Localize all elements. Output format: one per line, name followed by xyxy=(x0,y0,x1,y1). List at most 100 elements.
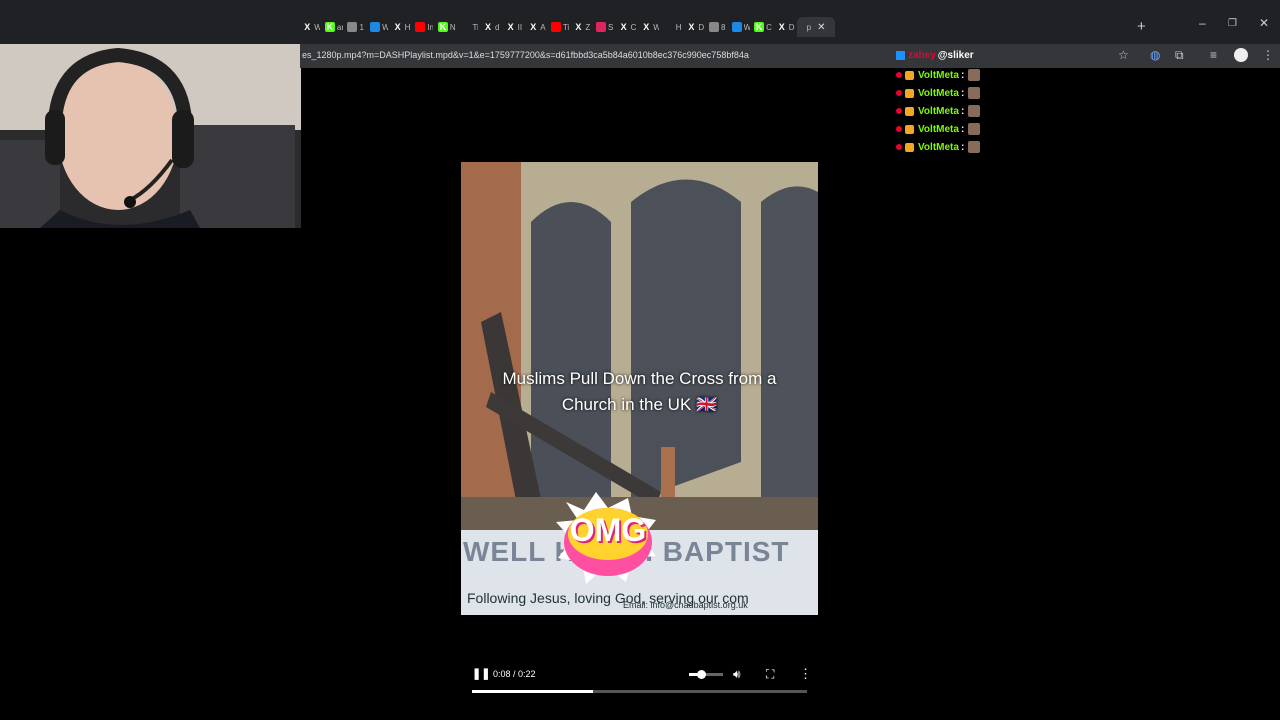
browser-tab[interactable]: XW xyxy=(300,17,323,37)
tab-title: d xyxy=(495,22,500,32)
minimize-button[interactable]: – xyxy=(1199,16,1206,30)
tab-title: W xyxy=(653,22,660,32)
chat-separator: : xyxy=(960,123,965,135)
kick-icon xyxy=(896,50,905,60)
chat-username[interactable]: VoltMeta xyxy=(918,88,959,99)
browser-tab[interactable]: XH xyxy=(390,17,413,37)
browser-tab[interactable]: 1 xyxy=(345,17,368,37)
chat-username[interactable]: VoltMeta xyxy=(918,142,959,153)
time-display: 0:08 / 0:22 xyxy=(493,669,536,679)
tab-title: Ti xyxy=(472,22,479,32)
tab-title: D xyxy=(698,22,705,32)
platform-dot-icon xyxy=(896,108,902,114)
emote-icon xyxy=(968,123,981,135)
tab-title: W xyxy=(314,22,321,32)
tab-title: ar xyxy=(336,22,343,32)
tab-title: In xyxy=(427,22,434,32)
extension-audio-icon[interactable]: ◍ xyxy=(1150,48,1160,62)
meta-icon xyxy=(370,22,381,32)
browser-tab[interactable]: XZ xyxy=(571,17,594,37)
url-text[interactable]: es_1280p.mp4?m=DASHPlaylist.mpd&v=1&e=17… xyxy=(302,50,749,60)
omg-sticker: OMG xyxy=(556,492,660,588)
tab-title: S xyxy=(608,22,614,32)
caption-line-1: Muslims Pull Down the Cross from a xyxy=(502,369,777,388)
browser-tab[interactable]: Ti xyxy=(458,17,481,37)
x-logo-icon: X xyxy=(528,22,539,32)
emote-icon xyxy=(968,69,981,81)
progress-fill xyxy=(472,690,593,693)
browser-tab[interactable]: XW xyxy=(639,17,662,37)
browser-menu-icon[interactable]: ⋮ xyxy=(1262,48,1274,62)
sticker-text: OMG xyxy=(569,512,647,548)
tab-title: W xyxy=(743,22,750,32)
chat-username[interactable]: VoltMeta xyxy=(918,124,959,135)
volume-slider[interactable] xyxy=(689,670,723,679)
bookmark-star-icon[interactable]: ☆ xyxy=(1118,48,1129,62)
video-frame[interactable]: Muslims Pull Down the Cross from a Churc… xyxy=(461,162,818,615)
platform-dot-icon xyxy=(896,90,902,96)
video-controls: ❚❚ 0:08 / 0:22 🔊︎ ⛶ ⋮ xyxy=(461,660,818,700)
chat-message: VoltMeta: xyxy=(896,66,996,84)
browser-tab[interactable]: W xyxy=(368,17,391,37)
browser-tab[interactable]: S xyxy=(594,17,617,37)
browser-tab[interactable]: Xd xyxy=(481,17,504,37)
browser-tab-bar: X W Kar 1 W X H In K N Ti Xd X II X A Ti X Z S X C X W H X D 8 W K C X D… xyxy=(0,0,1280,44)
window-close-button[interactable]: ✕ xyxy=(1259,16,1269,30)
x-logo-icon: X xyxy=(392,22,403,32)
pause-icon[interactable]: ❚❚ xyxy=(472,667,490,680)
media-control-icon[interactable]: ≡ xyxy=(1210,48,1217,62)
chat-message: VoltMeta: xyxy=(896,84,996,102)
progress-bar[interactable] xyxy=(472,690,807,693)
platform-dot-icon xyxy=(896,144,902,150)
browser-tab[interactable]: XD xyxy=(684,17,707,37)
more-options-icon[interactable]: ⋮ xyxy=(799,666,812,682)
tab-close-icon[interactable]: ✕ xyxy=(817,22,825,33)
browser-tab[interactable]: XD xyxy=(774,17,797,37)
profile-avatar[interactable] xyxy=(1234,48,1248,62)
browser-tab[interactable]: KC xyxy=(752,17,775,37)
browser-tab[interactable]: Kar xyxy=(323,17,346,37)
caption-line-2: Church in the UK 🇬🇧 xyxy=(561,395,718,414)
new-tab-button[interactable]: + xyxy=(1137,18,1146,35)
chat-username[interactable]: VoltMeta xyxy=(918,106,959,117)
chat-separator: : xyxy=(960,69,965,81)
globe-icon xyxy=(708,22,719,32)
restore-button[interactable]: ❐ xyxy=(1228,18,1237,29)
x-logo-icon: X xyxy=(573,22,584,32)
chat-prefix: zahey xyxy=(908,49,936,61)
browser-tab[interactable]: In xyxy=(413,17,436,37)
chat-overlay: zahey @sliker VoltMeta: VoltMeta: VoltMeta… xyxy=(896,48,996,156)
extensions-puzzle-icon[interactable]: ⧉ xyxy=(1175,48,1184,63)
chat-separator: : xyxy=(960,105,965,117)
subscriber-badge-icon xyxy=(905,88,914,98)
volume-handle[interactable] xyxy=(696,670,706,679)
tab-title: Z xyxy=(585,22,591,32)
address-bar[interactable]: es_1280p.mp4?m=DASHPlaylist.mpd&v=1&e=17… xyxy=(300,44,1280,68)
sign-email: Email: info@chadbaptist.org.uk xyxy=(623,600,748,610)
browser-tab[interactable]: XA xyxy=(526,17,549,37)
active-tab[interactable]: p ✕ xyxy=(797,17,836,37)
tab-title: N xyxy=(449,22,456,32)
youtube-icon xyxy=(550,22,561,32)
chat-username[interactable]: VoltMeta xyxy=(918,70,959,81)
chat-message: VoltMeta: xyxy=(896,120,996,138)
tab-title: W xyxy=(382,22,389,32)
chat-message: VoltMeta: xyxy=(896,138,996,156)
volume-icon[interactable]: 🔊︎ xyxy=(733,667,741,682)
chat-header: zahey @sliker xyxy=(896,48,996,62)
browser-tab[interactable]: X II xyxy=(503,17,526,37)
browser-tab[interactable]: W xyxy=(729,17,752,37)
fullscreen-icon[interactable]: ⛶ xyxy=(766,667,774,682)
browser-tab[interactable]: 8 xyxy=(707,17,730,37)
browser-tab[interactable]: XC xyxy=(616,17,639,37)
browser-tab[interactable]: Ti xyxy=(549,17,572,37)
browser-tab[interactable]: KN xyxy=(436,17,459,37)
x-logo-icon: X xyxy=(686,22,697,32)
tab-title: p xyxy=(806,22,812,32)
globe-icon xyxy=(347,22,358,32)
kick-logo-icon: K xyxy=(324,22,335,32)
emote-icon xyxy=(968,87,981,99)
browser-tab[interactable]: H xyxy=(662,17,685,37)
tab-title: 1 xyxy=(359,22,364,32)
chat-message: VoltMeta: xyxy=(896,102,996,120)
